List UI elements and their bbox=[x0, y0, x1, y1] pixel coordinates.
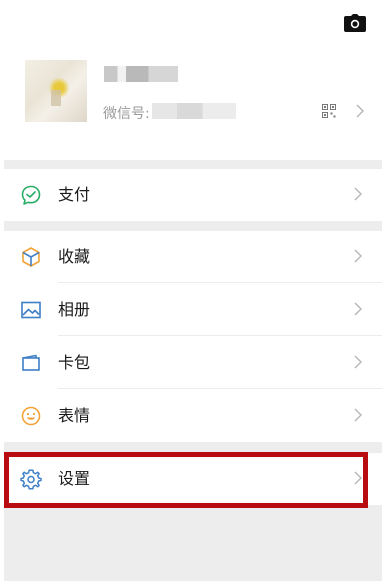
picture-icon bbox=[20, 299, 42, 321]
wechat-id-value bbox=[152, 103, 236, 119]
wechat-id-label: 微信号: bbox=[103, 106, 150, 122]
menu-item-pay[interactable]: 支付 bbox=[4, 169, 382, 221]
menu-item-label: 收藏 bbox=[58, 247, 91, 266]
row-divider bbox=[58, 335, 382, 336]
menu-item-label: 相册 bbox=[58, 300, 91, 319]
chevron-right-icon bbox=[354, 249, 362, 263]
card-wallet-icon bbox=[20, 352, 42, 374]
chevron-right-icon bbox=[354, 408, 362, 422]
chevron-right-icon bbox=[354, 355, 362, 369]
cube-icon bbox=[20, 246, 42, 268]
avatar[interactable] bbox=[25, 60, 87, 122]
chevron-right-icon bbox=[356, 104, 364, 118]
section-separator bbox=[4, 221, 382, 231]
wallet-check-icon bbox=[20, 184, 42, 206]
menu-item-label: 表情 bbox=[58, 406, 91, 425]
menu-item-favorites[interactable]: 收藏 bbox=[4, 231, 382, 283]
camera-icon bbox=[344, 14, 366, 32]
smiley-icon bbox=[20, 405, 42, 427]
section-separator bbox=[4, 160, 382, 169]
me-tab-screen: 微信号: 支付 收藏 相册 卡包 表情 设置 bbox=[0, 0, 389, 581]
chevron-right-icon bbox=[354, 302, 362, 316]
profile-card[interactable]: 微信号: bbox=[0, 50, 382, 142]
camera-button[interactable] bbox=[343, 13, 367, 33]
empty-background bbox=[4, 505, 382, 581]
menu-item-stickers[interactable]: 表情 bbox=[4, 390, 382, 442]
settings-highlight-box bbox=[4, 452, 368, 508]
menu-item-label: 卡包 bbox=[58, 353, 91, 372]
row-divider bbox=[58, 282, 382, 283]
nickname bbox=[104, 66, 178, 82]
qr-code-icon[interactable] bbox=[322, 104, 336, 118]
menu-item-cards[interactable]: 卡包 bbox=[4, 337, 382, 389]
menu-item-label: 支付 bbox=[58, 185, 91, 204]
row-divider bbox=[58, 388, 382, 389]
chevron-right-icon bbox=[354, 187, 362, 201]
menu-item-album[interactable]: 相册 bbox=[4, 284, 382, 336]
